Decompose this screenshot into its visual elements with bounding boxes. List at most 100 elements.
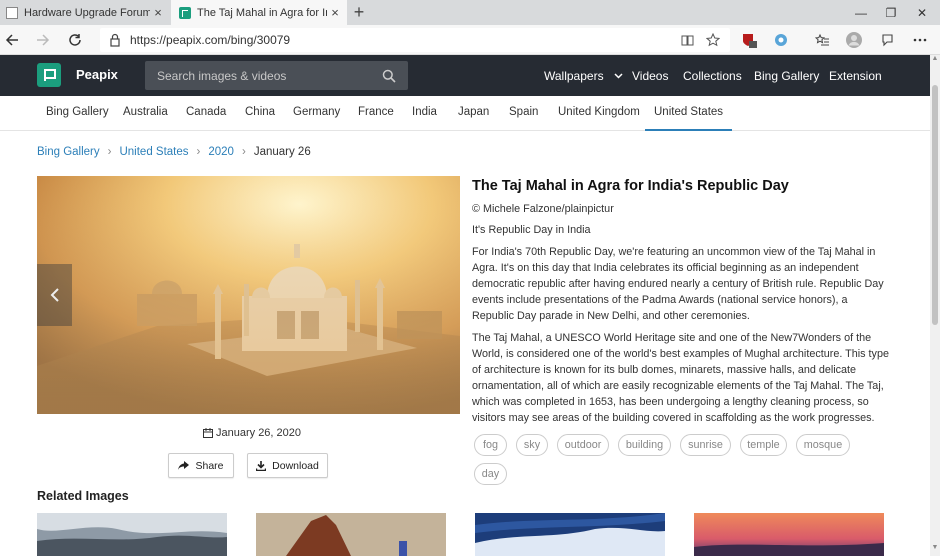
tag-chip[interactable]: sunrise bbox=[680, 434, 731, 456]
page-scrollbar[interactable]: ▲ ▼ bbox=[930, 55, 940, 556]
browser-tab-bar: Hardware Upgrade Forum - Repl × The Taj … bbox=[0, 0, 940, 25]
back-arrow-icon bbox=[5, 34, 18, 46]
nav-collections[interactable]: Collections bbox=[683, 55, 742, 96]
country-china[interactable]: China bbox=[245, 96, 275, 131]
search-icon[interactable] bbox=[382, 69, 396, 83]
nav-bing-gallery[interactable]: Bing Gallery bbox=[754, 55, 819, 96]
country-japan[interactable]: Japan bbox=[458, 96, 489, 131]
breadcrumb-year[interactable]: 2020 bbox=[208, 146, 234, 158]
feedback-icon[interactable] bbox=[880, 32, 896, 48]
share-button[interactable]: Share bbox=[168, 453, 234, 478]
nav-videos[interactable]: Videos bbox=[632, 55, 668, 96]
address-bar-row: https://peapix.com/bing/30079 bbox=[0, 25, 940, 55]
site-header: Peapix Wallpapers Videos Collections Bin… bbox=[0, 55, 930, 96]
related-image-thumbnail[interactable] bbox=[37, 513, 227, 556]
share-label: Share bbox=[195, 459, 224, 472]
nav-wallpapers-label: Wallpapers bbox=[544, 68, 604, 83]
article-paragraph-1: For India's 70th Republic Day, we're fea… bbox=[472, 246, 884, 322]
country-australia[interactable]: Australia bbox=[123, 96, 168, 131]
tab-taj-mahal[interactable]: The Taj Mahal in Agra for India's × bbox=[171, 0, 347, 25]
search-input[interactable] bbox=[157, 68, 382, 83]
extension-circle-icon[interactable] bbox=[773, 32, 789, 48]
country-france[interactable]: France bbox=[358, 96, 394, 131]
calendar-icon bbox=[203, 428, 213, 438]
breadcrumb-separator: › bbox=[196, 146, 201, 158]
related-image-thumbnail[interactable] bbox=[694, 513, 884, 556]
profile-avatar-icon[interactable] bbox=[846, 32, 862, 48]
related-image-thumbnail[interactable] bbox=[256, 513, 446, 556]
favorite-star-icon[interactable] bbox=[705, 32, 721, 48]
chevron-left-icon bbox=[50, 288, 59, 302]
share-arrow-icon bbox=[178, 461, 190, 470]
tab-title: Hardware Upgrade Forum - Repl bbox=[24, 6, 150, 19]
refresh-icon bbox=[69, 34, 81, 46]
extension-shield-icon[interactable] bbox=[741, 32, 757, 48]
search-box bbox=[145, 61, 408, 90]
country-germany[interactable]: Germany bbox=[293, 96, 340, 131]
download-label: Download bbox=[272, 459, 319, 472]
refresh-button[interactable] bbox=[63, 29, 87, 51]
breadcrumb: Bing Gallery › United States › 2020 › January … bbox=[37, 146, 311, 158]
url-field[interactable]: https://peapix.com/bing/30079 bbox=[100, 28, 730, 52]
photo-credit: © Michele Falzone/plainpictur bbox=[472, 203, 614, 215]
tag-chip[interactable]: fog bbox=[474, 434, 507, 456]
nav-collections-label: Collections bbox=[683, 68, 742, 83]
photo-date-text: January 26, 2020 bbox=[216, 427, 302, 439]
download-button[interactable]: Download bbox=[247, 453, 328, 478]
tab-close-icon[interactable]: × bbox=[150, 5, 166, 20]
tab-title: The Taj Mahal in Agra for India's bbox=[197, 6, 327, 19]
tag-chip[interactable]: building bbox=[618, 434, 671, 456]
country-united-states[interactable]: United States bbox=[645, 96, 733, 131]
related-images-heading: Related Images bbox=[37, 489, 129, 503]
country-united-kingdom[interactable]: United Kingdom bbox=[558, 96, 640, 131]
scroll-down-arrow-icon[interactable]: ▼ bbox=[930, 544, 940, 556]
nav-wallpapers[interactable]: Wallpapers bbox=[544, 55, 623, 96]
chevron-down-icon bbox=[614, 72, 623, 79]
country-india[interactable]: India bbox=[412, 96, 437, 131]
more-options-icon[interactable] bbox=[912, 32, 928, 48]
article-paragraph-2: The Taj Mahal, a UNESCO World Heritage s… bbox=[472, 332, 889, 424]
article-title: The Taj Mahal in Agra for India's Republ… bbox=[472, 178, 789, 194]
peapix-favicon-icon bbox=[179, 6, 191, 19]
country-bing-gallery[interactable]: Bing Gallery bbox=[46, 96, 109, 131]
tag-chip[interactable]: outdoor bbox=[557, 434, 609, 456]
favorites-list-icon[interactable] bbox=[814, 32, 830, 48]
lock-icon bbox=[110, 33, 120, 47]
scroll-up-arrow-icon[interactable]: ▲ bbox=[930, 55, 940, 67]
close-window-button[interactable]: ✕ bbox=[902, 0, 940, 25]
nav-videos-label: Videos bbox=[632, 68, 669, 83]
country-nav: Bing Gallery Australia Canada China Germ… bbox=[0, 96, 930, 131]
brand-name[interactable]: Peapix bbox=[76, 67, 118, 82]
forward-button[interactable] bbox=[31, 29, 55, 51]
breadcrumb-bing-gallery[interactable]: Bing Gallery bbox=[37, 146, 100, 158]
tab-close-icon[interactable]: × bbox=[327, 5, 343, 20]
new-tab-button[interactable]: + bbox=[349, 2, 369, 22]
breadcrumb-current: January 26 bbox=[253, 146, 311, 158]
article-subtitle: It's Republic Day in India bbox=[472, 224, 591, 236]
photo-date: January 26, 2020 bbox=[203, 427, 301, 439]
tag-chip[interactable]: day bbox=[474, 463, 507, 485]
nav-extension-label: Extension bbox=[829, 68, 882, 83]
nav-bing-gallery-label: Bing Gallery bbox=[754, 68, 820, 83]
country-canada[interactable]: Canada bbox=[186, 96, 226, 131]
tag-chip[interactable]: temple bbox=[740, 434, 787, 456]
previous-image-button[interactable] bbox=[37, 264, 72, 326]
download-icon bbox=[256, 460, 267, 471]
forward-arrow-icon bbox=[37, 34, 50, 46]
breadcrumb-separator: › bbox=[107, 146, 112, 158]
tab-hardware-forum[interactable]: Hardware Upgrade Forum - Repl × bbox=[0, 0, 170, 25]
taj-mahal-photo[interactable] bbox=[37, 176, 460, 414]
reading-view-icon[interactable] bbox=[679, 32, 695, 48]
related-image-thumbnail[interactable] bbox=[475, 513, 665, 556]
back-button[interactable] bbox=[0, 29, 24, 51]
breadcrumb-united-states[interactable]: United States bbox=[119, 146, 188, 158]
tag-chip[interactable]: mosque bbox=[796, 434, 850, 456]
scroll-thumb[interactable] bbox=[932, 85, 938, 325]
nav-extension[interactable]: Extension bbox=[829, 55, 882, 96]
tag-chip[interactable]: sky bbox=[516, 434, 548, 456]
document-favicon-icon bbox=[6, 6, 18, 19]
peapix-logo-icon[interactable] bbox=[37, 63, 61, 87]
url-text: https://peapix.com/bing/30079 bbox=[130, 33, 291, 47]
country-spain[interactable]: Spain bbox=[509, 96, 538, 131]
breadcrumb-separator: › bbox=[241, 146, 246, 158]
